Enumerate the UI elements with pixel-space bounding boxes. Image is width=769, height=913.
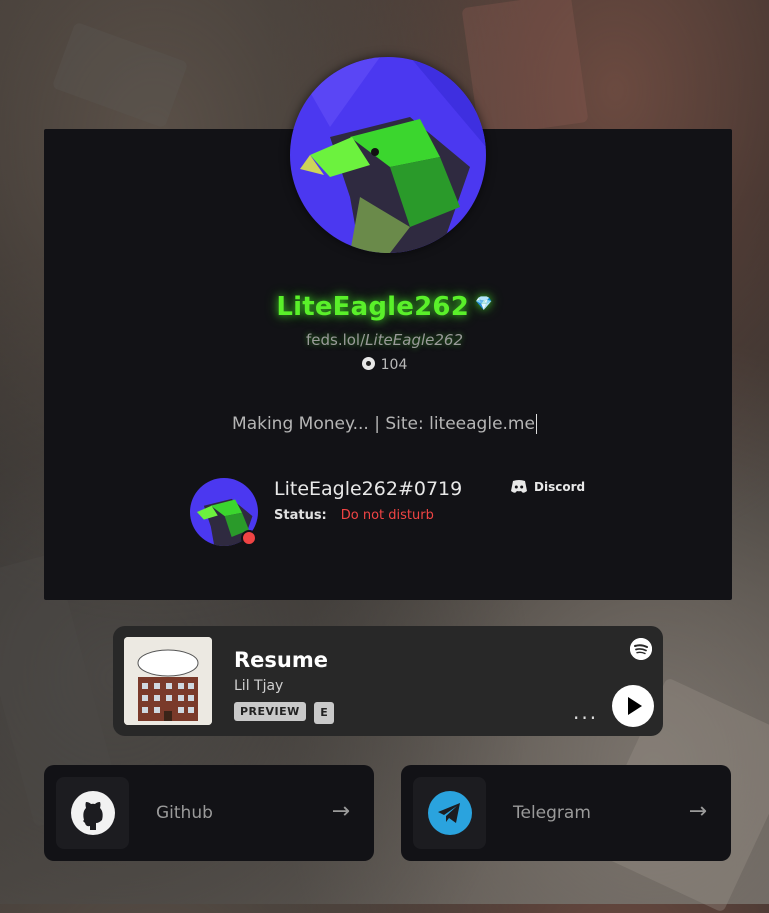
telegram-link[interactable]: Telegram → (401, 765, 731, 861)
username-text: LiteEagle262 (276, 292, 470, 322)
link-label: Github (156, 803, 213, 823)
arrow-right-icon: → (688, 799, 707, 824)
view-count: 104 (380, 357, 408, 373)
play-button[interactable] (612, 685, 654, 727)
telegram-icon-box (413, 777, 486, 849)
discord-brand: Discord (510, 480, 585, 494)
preview-badge: PREVIEW (234, 702, 306, 721)
github-icon-box (56, 777, 129, 849)
bio-text: Making Money... | Site: liteeagle.me (232, 414, 535, 434)
background-shape (51, 21, 189, 129)
url-prefix: feds.lol/ (305, 331, 366, 349)
discord-status: Status: Do not disturb (274, 508, 434, 523)
spotify-icon[interactable] (630, 638, 652, 660)
profile-avatar (290, 57, 486, 253)
album-cover (124, 637, 212, 725)
discord-icon (511, 480, 527, 493)
eagle-avatar-icon (290, 57, 486, 253)
diamond-icon: 💎 (475, 295, 493, 312)
discord-brand-text: Discord (534, 480, 586, 494)
github-link[interactable]: Github → (44, 765, 374, 861)
track-artist[interactable]: Lil Tjay (234, 678, 283, 694)
track-title[interactable]: Resume (234, 648, 328, 672)
view-counter: 104 (0, 356, 769, 373)
status-label: Status: (274, 508, 327, 523)
status-value: Do not disturb (340, 508, 434, 523)
discord-tag: LiteEagle262#0719 (274, 478, 463, 500)
album-art-icon (124, 637, 212, 725)
profile-url[interactable]: feds.lol/LiteEagle262 (0, 331, 769, 349)
profile-bio: Making Money... | Site: liteeagle.me (0, 414, 769, 434)
url-name: LiteEagle262 (365, 331, 464, 349)
explicit-badge: E (314, 702, 334, 724)
eye-icon (361, 356, 375, 370)
github-icon (70, 791, 115, 835)
spotify-logo-glyph (630, 638, 652, 660)
profile-username: LiteEagle262 💎 (0, 292, 769, 322)
typing-cursor (535, 414, 537, 434)
more-options-button[interactable]: ... (573, 700, 598, 724)
spotify-player: Resume Lil Tjay PREVIEW E ... (113, 626, 663, 736)
arrow-right-icon: → (331, 799, 350, 824)
link-label: Telegram (513, 803, 591, 823)
dnd-status-dot (241, 530, 257, 546)
background-shape (461, 0, 589, 138)
telegram-icon (427, 791, 472, 835)
